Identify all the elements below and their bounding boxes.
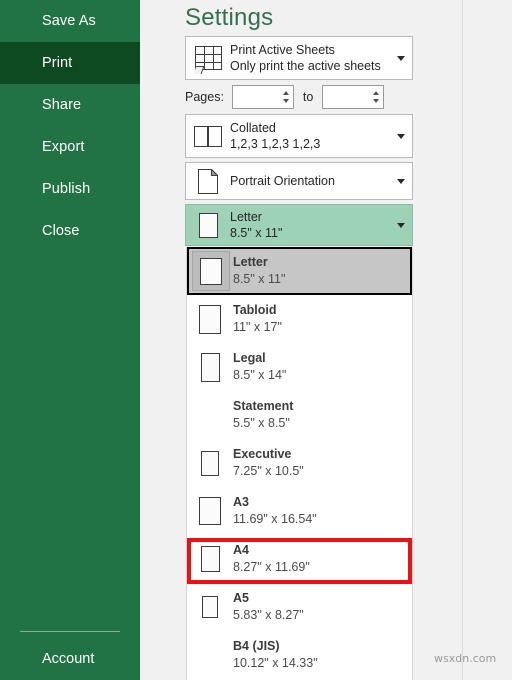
- sidebar-item-account[interactable]: Account: [0, 644, 140, 674]
- sidebar-divider: [20, 631, 120, 632]
- paper-size-option-labels: Tabloid 11" x 17": [233, 302, 282, 336]
- pages-from-stepper[interactable]: [231, 85, 294, 109]
- pages-to-label: to: [302, 90, 314, 104]
- paper-size-option-dimensions: 11" x 17": [233, 320, 282, 334]
- collation-primary: Collated: [230, 121, 276, 135]
- paper-size-option-name: Statement: [233, 399, 294, 413]
- print-settings-pane: Settings Print Active Sheets Only print …: [140, 0, 462, 680]
- chevron-down-icon[interactable]: [390, 55, 412, 61]
- collation-secondary: 1,2,3 1,2,3 1,2,3: [230, 137, 321, 151]
- paper-size-option-dimensions: 10.12" x 14.33": [233, 656, 318, 670]
- paper-size-option-dimensions: 5.5" x 8.5": [233, 416, 290, 430]
- paper-size-option-labels: B4 (JIS) 10.12" x 14.33": [233, 638, 318, 672]
- pages-to-stepper[interactable]: [322, 85, 385, 109]
- chevron-down-icon[interactable]: [390, 222, 412, 228]
- paper-size-secondary: 8.5" x 11": [230, 226, 283, 240]
- paper-icon-shape: [199, 497, 221, 525]
- paper-size-option-labels: A5 5.83" x 8.27": [233, 590, 304, 624]
- sidebar-item-label: Export: [42, 139, 85, 155]
- paper-icon: [187, 450, 233, 476]
- paper-icon: [186, 212, 230, 238]
- stepper-arrows-icon[interactable]: [369, 86, 383, 108]
- sidebar-item-label: Print: [42, 55, 73, 71]
- paper-size-option-dimensions: 8.5" x 11": [233, 272, 286, 286]
- orientation-primary: Portrait Orientation: [230, 174, 335, 188]
- collated-pages-icon: [186, 125, 230, 147]
- page-title: Settings: [185, 4, 274, 31]
- paper-icon: [187, 352, 233, 382]
- paper-size-option-name: B4 (JIS): [233, 639, 280, 653]
- paper-size-option-a3[interactable]: A3 11.69" x 16.54": [187, 487, 412, 535]
- chevron-down-icon[interactable]: [390, 178, 412, 184]
- paper-size-option-name: Legal: [233, 351, 266, 365]
- paper-icon-selected-frame: [192, 251, 230, 291]
- preview-pane-edge: [463, 0, 512, 680]
- paper-icon: [187, 596, 233, 618]
- paper-icon-shape: [199, 304, 221, 334]
- pages-label: Pages:: [185, 90, 224, 104]
- paper-icon-shape: [201, 450, 219, 476]
- paper-size-option-a4[interactable]: A4 8.27" x 11.69": [187, 535, 412, 583]
- paper-size-option-name: Letter: [233, 255, 268, 269]
- print-what-primary: Print Active Sheets: [230, 43, 335, 57]
- paper-size-option-name: Tabloid: [233, 303, 277, 317]
- paper-size-option-list[interactable]: Letter 8.5" x 11" Tabloid 11" x 17" Legal 8.5…: [186, 247, 413, 680]
- sidebar-item-publish[interactable]: Publish: [0, 168, 140, 210]
- stepper-arrows-icon[interactable]: [279, 86, 293, 108]
- watermark: wsxdn.com: [434, 652, 497, 665]
- sidebar-item-label: Share: [42, 97, 82, 113]
- sidebar-item-label: Publish: [42, 181, 91, 197]
- paper-size-option-letter[interactable]: Letter 8.5" x 11": [187, 247, 412, 295]
- paper-size-option-b4-jis[interactable]: B4 (JIS) 10.12" x 14.33": [187, 631, 412, 679]
- paper-size-option-legal[interactable]: Legal 8.5" x 14": [187, 343, 412, 391]
- paper-size-option-statement[interactable]: Statement 5.5" x 8.5": [187, 391, 412, 439]
- sidebar-item-label: Save As: [42, 13, 96, 29]
- paper-size-option-dimensions: 8.5" x 14": [233, 368, 287, 382]
- paper-size-option-labels: Executive 7.25" x 10.5": [233, 446, 304, 480]
- paper-icon-shape: [200, 257, 222, 285]
- paper-size-option-name: A5: [233, 591, 249, 605]
- paper-size-option-name: A3: [233, 495, 249, 509]
- paper-size-option-dimensions: 5.83" x 8.27": [233, 608, 304, 622]
- paper-size-option-name: Executive: [233, 447, 292, 461]
- paper-size-option-name: A4: [233, 543, 249, 557]
- spreadsheet-grid-icon: [186, 46, 230, 74]
- paper-size-option-dimensions: 11.69" x 16.54": [233, 512, 317, 526]
- paper-size-primary: Letter: [230, 210, 262, 224]
- backstage-sidebar: Save As Print Share Export Publish Close…: [0, 0, 140, 680]
- sidebar-item-label: Account: [42, 651, 95, 667]
- paper-size-option-executive[interactable]: Executive 7.25" x 10.5": [187, 439, 412, 487]
- paper-size-dropdown[interactable]: Letter 8.5" x 11": [185, 204, 413, 246]
- paper-icon-shape: [202, 596, 218, 618]
- paper-size-option-labels: A3 11.69" x 16.54": [233, 494, 317, 528]
- sidebar-item-save-as[interactable]: Save As: [0, 0, 140, 42]
- paper-size-option-labels: Letter 8.5" x 11": [233, 254, 285, 288]
- sidebar-item-print[interactable]: Print: [0, 42, 140, 84]
- pages-range-row: Pages: to: [185, 84, 425, 110]
- sidebar-item-export[interactable]: Export: [0, 126, 140, 168]
- print-what-secondary: Only print the active sheets: [230, 59, 381, 73]
- paper-size-option-labels: Statement 5.5" x 8.5": [233, 398, 293, 432]
- paper-icon: [187, 304, 233, 334]
- paper-icon: [189, 251, 233, 291]
- paper-size-option-labels: A4 8.27" x 11.69": [233, 542, 310, 576]
- portrait-page-icon: [186, 168, 230, 194]
- paper-icon-shape: [200, 352, 220, 382]
- sidebar-item-close[interactable]: Close: [0, 210, 140, 252]
- paper-size-option-tabloid[interactable]: Tabloid 11" x 17": [187, 295, 412, 343]
- paper-size-option-dimensions: 7.25" x 10.5": [233, 464, 304, 478]
- paper-size-option-a5[interactable]: A5 5.83" x 8.27": [187, 583, 412, 631]
- orientation-dropdown[interactable]: Portrait Orientation: [185, 162, 413, 200]
- print-what-dropdown[interactable]: Print Active Sheets Only print the activ…: [185, 36, 413, 80]
- sidebar-item-label: Close: [42, 223, 80, 239]
- paper-size-option-labels: Legal 8.5" x 14": [233, 350, 286, 384]
- paper-icon: [187, 546, 233, 572]
- sidebar-item-share[interactable]: Share: [0, 84, 140, 126]
- collation-dropdown[interactable]: Collated 1,2,3 1,2,3 1,2,3: [185, 114, 413, 158]
- chevron-down-icon[interactable]: [390, 133, 412, 139]
- paper-icon-shape: [200, 546, 220, 572]
- paper-icon: [187, 497, 233, 525]
- paper-size-option-dimensions: 8.27" x 11.69": [233, 560, 310, 574]
